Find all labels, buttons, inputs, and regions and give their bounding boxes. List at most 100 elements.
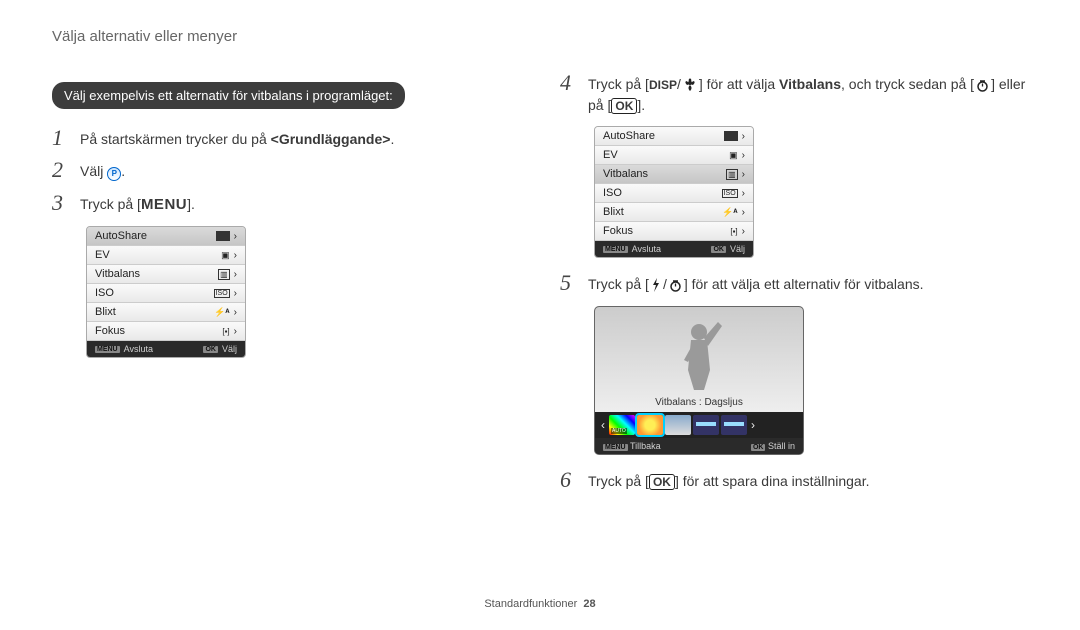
menu-label: AutoShare: [603, 130, 655, 142]
wb-preview-area: Vitbalans : Dagsljus: [595, 307, 803, 412]
chevron-right-icon: ›: [234, 231, 237, 242]
s4-bold: Vitbalans: [779, 76, 841, 92]
footer-label: Standardfunktioner: [484, 598, 577, 610]
ok-key-icon: OK: [611, 98, 637, 114]
chevron-right-icon: ›: [234, 250, 237, 261]
step-text: Tryck på [/] för att välja ett alternati…: [588, 270, 924, 295]
flash-icon: ⚡ᴬ: [214, 307, 230, 318]
menu-label: Vitbalans: [95, 268, 140, 280]
wb-icon: ▥: [218, 269, 230, 280]
ev-icon: ▣: [221, 250, 230, 261]
slash: /: [677, 76, 681, 92]
ok-key-icon: OK: [649, 474, 675, 490]
step-number: 6: [560, 467, 588, 493]
wb-thumb-cloudy: [665, 415, 691, 435]
menu-row-autoshare: AutoShare ›: [87, 227, 245, 246]
step2-pre: Välj: [80, 163, 107, 179]
step-text: Välj P.: [80, 157, 125, 182]
s6-t2: ] för att spara dina inställningar.: [675, 473, 870, 489]
iso-icon: ISO: [722, 189, 738, 198]
menu-label: Blixt: [603, 206, 624, 218]
s4-t1: Tryck på [: [588, 76, 649, 92]
wb-preview-screenshot: Vitbalans : Dagsljus ‹ AUTO › MENU Tillb…: [594, 306, 804, 455]
menu-key-icon: MENU: [141, 196, 187, 213]
step-text: Tryck på [DISP/ ] för att välja Vitbalans…: [588, 70, 1028, 116]
menu-label: ISO: [95, 287, 114, 299]
menu-label: EV: [95, 249, 110, 261]
self-timer-icon: [976, 78, 989, 93]
step-number: 5: [560, 270, 588, 296]
ok-key-icon: OK: [751, 444, 766, 451]
chevron-left-icon: ‹: [599, 418, 607, 432]
macro-flower-icon: [683, 78, 697, 93]
step1-bold: <Grundläggande>: [271, 131, 391, 147]
step-number: 3: [52, 190, 80, 216]
step-text: På startskärmen trycker du på <Grundlägg…: [80, 125, 394, 150]
page-footer: Standardfunktioner 28: [0, 598, 1080, 610]
menu-row-blixt: Blixt ⚡ᴬ›: [595, 203, 753, 222]
wb-icon: ▥: [726, 169, 738, 180]
footer-left-label: Avsluta: [124, 344, 153, 354]
camera-menu-footer: MENUAvsluta OKVälj: [595, 241, 753, 257]
menu-row-vitbalans: Vitbalans ▥ ›: [87, 265, 245, 284]
page-section-title: Välja alternativ eller menyer: [52, 28, 237, 45]
chevron-right-icon: ›: [742, 226, 745, 237]
chevron-right-icon: ›: [742, 169, 745, 180]
wb-footer-left: Tillbaka: [630, 441, 661, 451]
wb-thumb-daylight: [637, 415, 663, 435]
camera-menu-screenshot-2: AutoShare › EV ▣› Vitbalans ▥› ISO ISO› …: [594, 126, 754, 258]
step-text: Tryck på [MENU].: [80, 190, 195, 217]
focus-icon: [▪]: [222, 327, 229, 336]
step2-period: .: [121, 163, 125, 179]
menu-label: Fokus: [603, 225, 633, 237]
footer-left-label: Avsluta: [632, 244, 661, 254]
chevron-right-icon: ›: [234, 307, 237, 318]
step-number: 2: [52, 157, 80, 183]
s4-t2: ] för att välja: [699, 76, 779, 92]
example-callout: Välj exempelvis ett alternativ för vitba…: [52, 82, 405, 109]
menu-row-autoshare: AutoShare ›: [595, 127, 753, 146]
chevron-right-icon: ›: [742, 207, 745, 218]
step-number: 1: [52, 125, 80, 151]
ev-icon: ▣: [729, 150, 738, 161]
disp-key-icon: DISP: [649, 78, 677, 92]
chevron-right-icon: ›: [234, 288, 237, 299]
menu-label: Vitbalans: [603, 168, 648, 180]
slash: /: [663, 276, 667, 292]
chevron-right-icon: ›: [742, 188, 745, 199]
step-number: 4: [560, 70, 588, 96]
s4-t3: , och tryck sedan på [: [841, 76, 974, 92]
s5-t2: ] för att välja ett alternativ för vitba…: [684, 276, 924, 292]
left-column: Välj exempelvis ett alternativ för vitba…: [0, 70, 540, 500]
menu-key-icon: MENU: [95, 346, 120, 353]
step-text: Tryck på [OK] för att spara dina inställ…: [588, 467, 870, 492]
chevron-right-icon: ›: [742, 150, 745, 161]
flash-icon: [651, 278, 661, 293]
chevron-right-icon: ›: [234, 326, 237, 337]
step3-pre: Tryck på [: [80, 196, 141, 212]
chevron-right-icon: ›: [234, 269, 237, 280]
wb-footer-right: Ställ in: [768, 441, 795, 451]
ok-key-icon: OK: [711, 246, 726, 253]
menu-row-iso: ISO ISO ›: [595, 184, 753, 203]
chevron-right-icon: ›: [749, 418, 757, 432]
menu-row-ev: EV ▣ ›: [87, 246, 245, 265]
menu-row-fokus: Fokus [▪]›: [595, 222, 753, 241]
step3-post: ].: [187, 196, 195, 212]
menu-label: ISO: [603, 187, 622, 199]
person-silhouette-icon: [674, 320, 724, 390]
step-4: 4 Tryck på [DISP/ ] för att välja Vitbala…: [560, 70, 1028, 116]
right-column: 4 Tryck på [DISP/] för att välja Vitbala…: [540, 70, 1080, 500]
s4-t5: ].: [637, 97, 645, 113]
wb-footer: MENU Tillbaka OK Ställ in: [595, 438, 803, 454]
menu-key-icon: MENU: [603, 444, 628, 451]
step-5: 5 Tryck på [/] för att välja ett alterna…: [560, 270, 1028, 296]
wb-thumb-fluorescent-h: [693, 415, 719, 435]
menu-label: Fokus: [95, 325, 125, 337]
step-3: 3 Tryck på [MENU].: [52, 190, 500, 217]
footer-page-number: 28: [583, 598, 595, 610]
iso-icon: ISO: [214, 289, 230, 298]
s6-t1: Tryck på [: [588, 473, 649, 489]
step1-post: .: [390, 131, 394, 147]
menu-label: EV: [603, 149, 618, 161]
